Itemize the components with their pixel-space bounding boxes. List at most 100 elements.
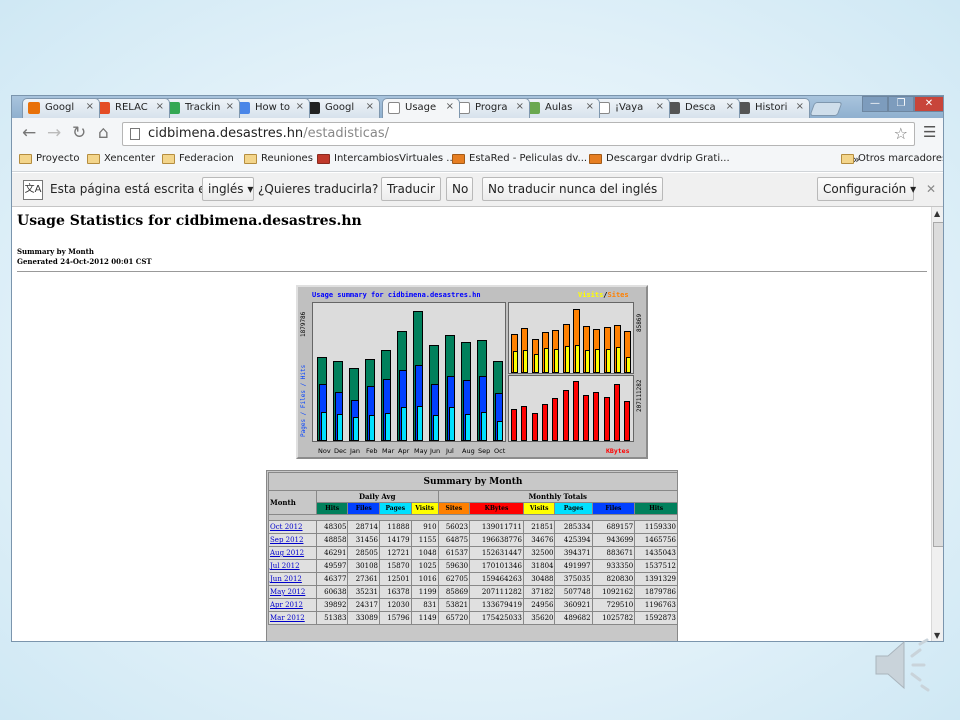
table-cell: 30108 — [347, 559, 380, 573]
month-link[interactable]: Jun 2012 — [270, 575, 302, 583]
menu-icon[interactable]: ☰ — [923, 123, 937, 141]
table-cell: 28714 — [347, 520, 380, 534]
tab-10[interactable]: Histori × — [732, 98, 810, 118]
address-bar[interactable]: cidbimena.desastres.hn/estadisticas/ ☆ — [122, 122, 915, 146]
month-link[interactable]: Oct 2012 — [270, 523, 303, 531]
monthly-col-header: Pages — [554, 502, 593, 515]
month-link[interactable]: Sep 2012 — [270, 536, 303, 544]
bookmark-item[interactable]: Descargar dvdrip Grati... — [589, 153, 730, 164]
pages-bar — [353, 417, 359, 441]
table-cell: 910 — [410, 520, 439, 534]
tab-close-icon[interactable]: × — [586, 101, 594, 112]
language-dropdown[interactable]: inglés ▾ — [202, 177, 254, 201]
table-cell: 196638776 — [469, 533, 524, 547]
bookmark-item[interactable]: EstaRed - Peliculas dv... — [452, 153, 587, 164]
tab-close-icon[interactable]: × — [446, 101, 454, 112]
audio-speaker-icon[interactable] — [870, 630, 940, 700]
tab-close-icon[interactable]: × — [226, 101, 234, 112]
month-link[interactable]: Aug 2012 — [270, 549, 304, 557]
table-cell: 491997 — [554, 559, 593, 573]
address-host: cidbimena.desastres.hn — [148, 126, 304, 141]
page-content: Usage Statistics for cidbimena.desastres… — [12, 207, 931, 641]
table-row: Aug 2012 46291 28505 12721 1048 61537 15263144… — [268, 546, 678, 560]
table-cell: 51383 — [315, 611, 349, 625]
tab-close-icon[interactable]: × — [726, 101, 734, 112]
pages-bar — [433, 415, 439, 441]
pages-bar — [321, 412, 327, 441]
bookmark-item[interactable]: Xencenter — [87, 153, 155, 164]
maximize-button[interactable]: ❐ — [888, 96, 914, 112]
scrollbar-thumb[interactable] — [933, 222, 943, 547]
bookmark-item[interactable]: Federacion — [162, 153, 234, 164]
tab-close-icon[interactable]: × — [656, 101, 664, 112]
monthly-totals-header: Monthly Totals — [437, 490, 679, 503]
forward-arrow-icon[interactable]: → — [47, 123, 61, 143]
tab-1[interactable]: RELAC × — [92, 98, 170, 118]
kbytes-bar — [531, 413, 538, 441]
minimize-button[interactable]: — — [862, 96, 888, 112]
bookmark-item[interactable]: Reuniones — [244, 153, 313, 164]
table-cell: 933350 — [591, 559, 636, 573]
table-cell: 48858 — [315, 533, 349, 547]
never-translate-button[interactable]: No traducir nunca del inglés — [482, 177, 664, 201]
home-icon[interactable]: ⌂ — [98, 123, 109, 143]
visits-bar — [595, 349, 601, 373]
table-cell: 507748 — [554, 585, 593, 599]
month-link[interactable]: Apr 2012 — [270, 601, 303, 609]
table-cell: 33089 — [347, 611, 380, 625]
month-link[interactable]: Mar 2012 — [270, 614, 305, 622]
table-cell: 943699 — [591, 533, 636, 547]
tab-9[interactable]: Desca × — [662, 98, 740, 118]
back-arrow-icon[interactable]: ← — [22, 123, 36, 143]
month-link[interactable]: May 2012 — [270, 588, 305, 596]
tab-close-icon[interactable]: × — [366, 101, 374, 112]
tab-0[interactable]: Googl × — [22, 98, 100, 118]
generated-date: Generated 24-Oct-2012 00:01 CST — [17, 257, 152, 266]
table-cell: 425394 — [554, 533, 593, 547]
translate-question: ¿Quieres traducirla? — [258, 182, 379, 196]
tab-2[interactable]: Trackin × — [162, 98, 240, 118]
tab-close-icon[interactable]: × — [516, 101, 524, 112]
new-tab-button[interactable] — [809, 102, 843, 116]
address-path: /estadisticas/ — [303, 126, 390, 141]
scroll-up-arrow-icon[interactable]: ▲ — [934, 209, 940, 218]
no-button[interactable]: No — [446, 177, 473, 201]
other-bookmarks[interactable]: Otros marcadores — [841, 153, 943, 164]
table-cell: 16378 — [378, 585, 412, 599]
translate-bar: 文A Esta página está escrita en inglés ▾ … — [12, 173, 943, 207]
pages-bar — [369, 415, 375, 441]
tab-3[interactable]: How to × — [232, 98, 310, 118]
translate-button[interactable]: Traducir — [381, 177, 441, 201]
tab-close-icon[interactable]: × — [86, 101, 94, 112]
tab-6[interactable]: Progra × — [452, 98, 530, 118]
bookmark-item[interactable]: Proyecto — [19, 153, 79, 164]
tab-8[interactable]: ¡Vaya × — [592, 98, 670, 118]
month-tick-label: Jan — [350, 447, 361, 455]
table-cell: 85869 — [437, 585, 471, 599]
close-window-button[interactable]: ✕ — [914, 96, 943, 112]
bookmark-item[interactable]: IntercambiosVirtuales ... — [317, 153, 456, 164]
bookmark-star-icon[interactable]: ☆ — [894, 124, 908, 143]
kbytes-bar — [572, 381, 579, 441]
tab-5[interactable]: Usage × — [382, 98, 460, 118]
month-link[interactable]: Jul 2012 — [270, 562, 300, 570]
navigation-toolbar: ← → ↻ ⌂ cidbimena.desastres.hn/estadisti… — [12, 118, 943, 150]
vertical-scrollbar[interactable]: ▲ ▼ — [931, 207, 943, 641]
kbytes-bar — [552, 398, 559, 441]
month-tick-label: Dec — [334, 447, 347, 455]
close-translate-icon[interactable]: ✕ — [926, 182, 936, 196]
pages-bar — [401, 407, 407, 441]
month-cell: Sep 2012 — [268, 533, 317, 547]
visits-bar — [626, 357, 632, 373]
monthly-col-header: Sites — [437, 502, 471, 515]
kbytes-label: KBytes — [606, 447, 630, 455]
tab-7[interactable]: Aulas × — [522, 98, 600, 118]
tab-close-icon[interactable]: × — [156, 101, 164, 112]
tab-close-icon[interactable]: × — [796, 101, 804, 112]
tab-4[interactable]: Googl × — [302, 98, 380, 118]
month-cell: May 2012 — [268, 585, 317, 599]
tab-close-icon[interactable]: × — [296, 101, 304, 112]
reload-icon[interactable]: ↻ — [72, 123, 86, 143]
settings-dropdown[interactable]: Configuración ▾ — [817, 177, 916, 201]
table-cell: 1149 — [410, 611, 439, 625]
